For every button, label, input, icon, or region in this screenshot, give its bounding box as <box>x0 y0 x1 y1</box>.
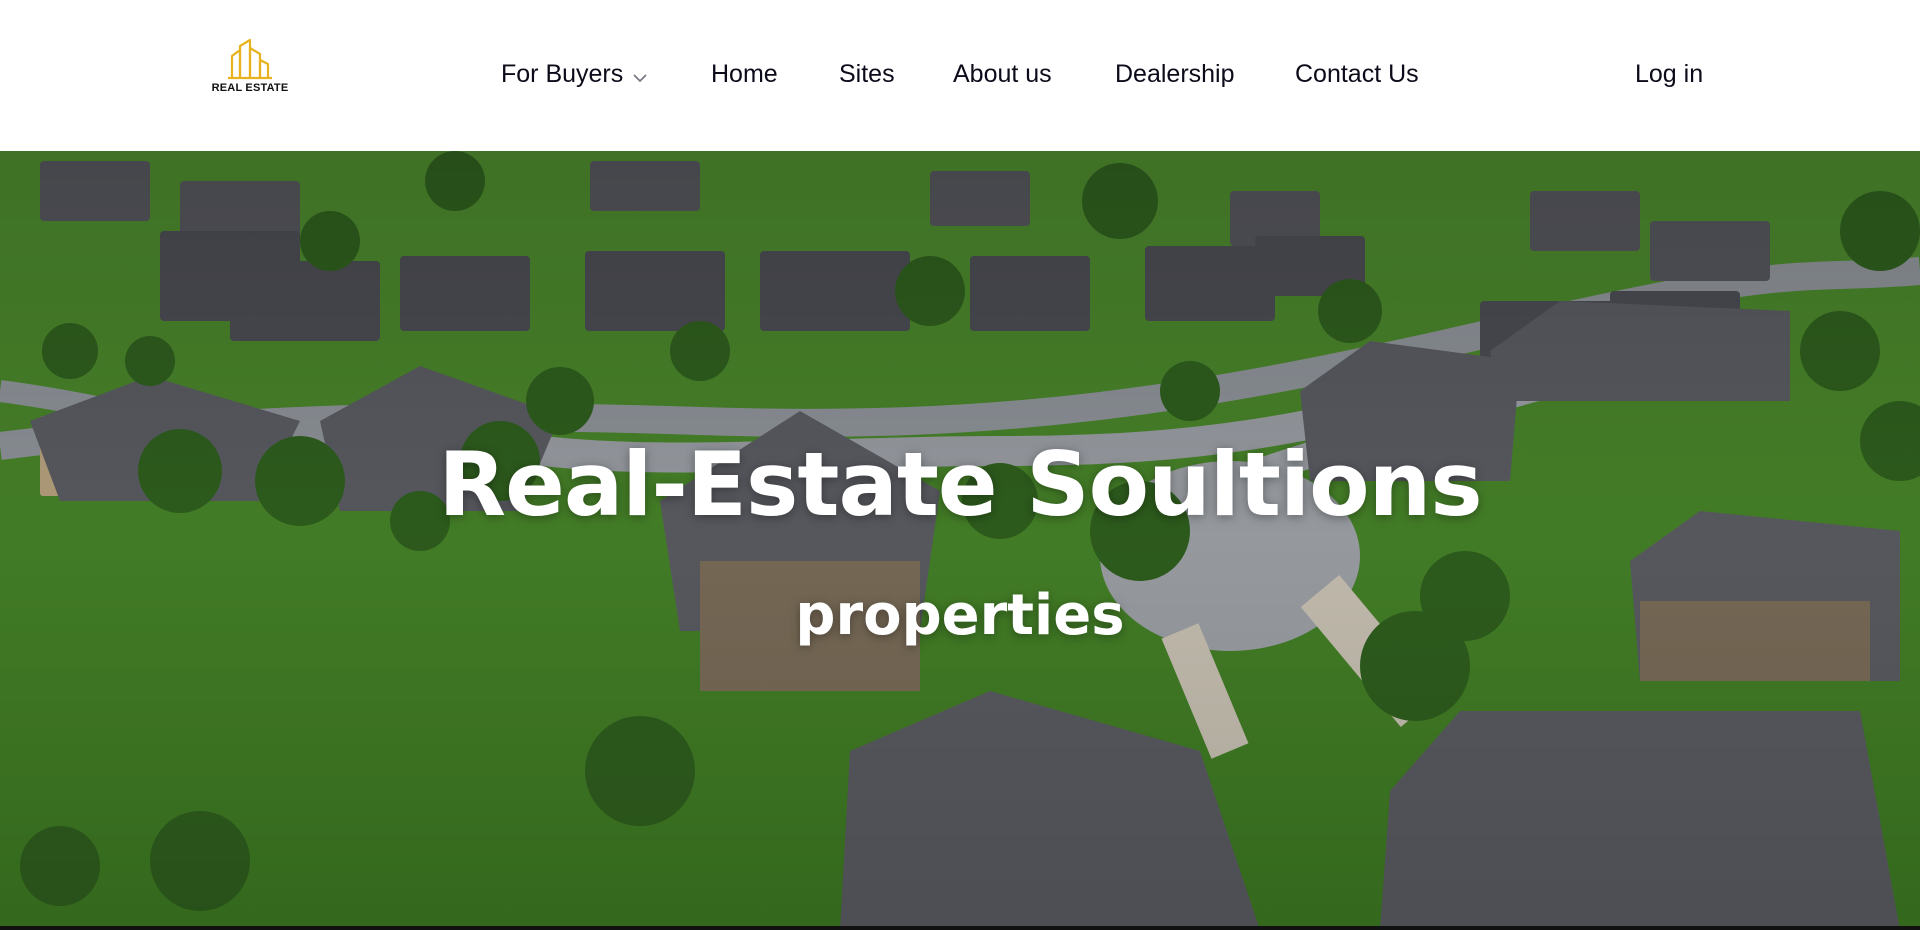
login-link[interactable]: Log in <box>1635 56 1703 92</box>
nav-dealership[interactable]: Dealership <box>1115 56 1235 92</box>
site-header: REAL ESTATE For Buyers Home Sites About … <box>0 0 1920 151</box>
nav-label: For Buyers <box>501 60 624 88</box>
nav-about-us[interactable]: About us <box>953 56 1052 92</box>
nav-contact-us[interactable]: Contact Us <box>1295 56 1419 92</box>
nav-home[interactable]: Home <box>711 56 778 92</box>
bottom-border <box>0 926 1920 930</box>
chevron-down-icon <box>633 57 647 93</box>
nav-sites[interactable]: Sites <box>839 56 895 92</box>
hero-background-image <box>0 151 1920 930</box>
nav-for-buyers[interactable]: For Buyers <box>501 56 647 92</box>
main-nav: For Buyers Home Sites About us Dealershi… <box>0 56 1920 92</box>
hero-title: Real-Estate Soultions <box>438 433 1482 536</box>
hero-subtitle: properties <box>795 583 1125 648</box>
hero-banner: Real-Estate Soultions properties <box>0 151 1920 930</box>
